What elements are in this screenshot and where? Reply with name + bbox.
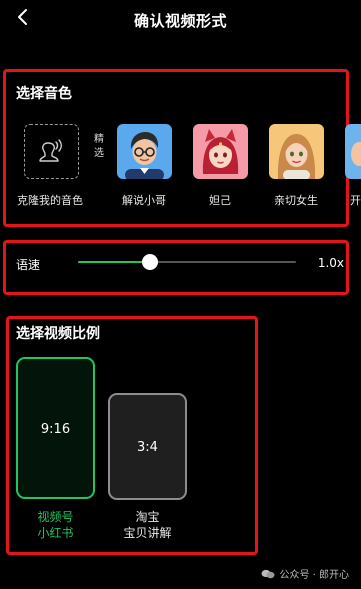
voice-section-title: 选择音色 — [16, 86, 72, 102]
watermark-text: 公众号 · 郎开心 — [279, 570, 349, 581]
voice-label-partial: 开 — [350, 194, 361, 207]
wechat-icon — [261, 569, 275, 578]
ratio-caption-9-16-line2: 小红书 — [37, 526, 74, 540]
voice-label-daji: 妲己 — [209, 194, 231, 207]
avatar-friendly-girl-icon — [269, 124, 324, 179]
ratio-caption-9-16-line1: 视频号 — [37, 510, 74, 524]
ratio-caption-9-16: 视频号 小红书 — [16, 509, 95, 541]
avatar-partial-icon — [345, 124, 361, 179]
watermark: 公众号 · 郎开心 — [261, 566, 349, 581]
voice-option-narrator[interactable] — [117, 124, 172, 179]
ratio-option-3-4[interactable]: 3:4 — [108, 393, 187, 500]
voice-label-narrator: 解说小哥 — [122, 194, 166, 207]
speed-slider-thumb[interactable] — [141, 254, 158, 270]
voice-option-friendly-girl[interactable] — [269, 124, 324, 179]
speed-value: 1.0x — [317, 256, 344, 270]
voice-option-partial[interactable] — [345, 124, 361, 179]
clone-voice-button[interactable] — [24, 124, 79, 179]
speed-section-highlight — [3, 240, 349, 295]
header-bar: 确认视频形式 — [0, 0, 361, 40]
ratio-caption-3-4: 淘宝 宝贝讲解 — [108, 509, 187, 541]
clone-voice-label: 克隆我的音色 — [17, 194, 83, 207]
avatar-narrator-boy-icon — [117, 124, 172, 179]
ratio-label-3-4: 3:4 — [137, 440, 158, 455]
ratio-section-title: 选择视频比例 — [16, 326, 100, 342]
voice-option-daji[interactable] — [193, 124, 248, 179]
ratio-caption-3-4-line2: 宝贝讲解 — [123, 526, 172, 540]
ratio-option-9-16[interactable]: 9:16 — [16, 357, 95, 499]
page-title: 确认视频形式 — [133, 12, 227, 30]
speed-slider-fill — [78, 261, 150, 263]
speed-label: 语速 — [16, 258, 41, 272]
voice-clone-icon — [39, 139, 62, 162]
featured-tag: 精选 — [94, 134, 104, 159]
ratio-caption-3-4-line1: 淘宝 — [135, 510, 160, 524]
voice-label-friendly-girl: 亲切女生 — [274, 194, 318, 207]
ratio-label-9-16: 9:16 — [40, 422, 71, 437]
avatar-daji-icon — [193, 124, 248, 179]
speed-slider[interactable] — [78, 254, 296, 270]
